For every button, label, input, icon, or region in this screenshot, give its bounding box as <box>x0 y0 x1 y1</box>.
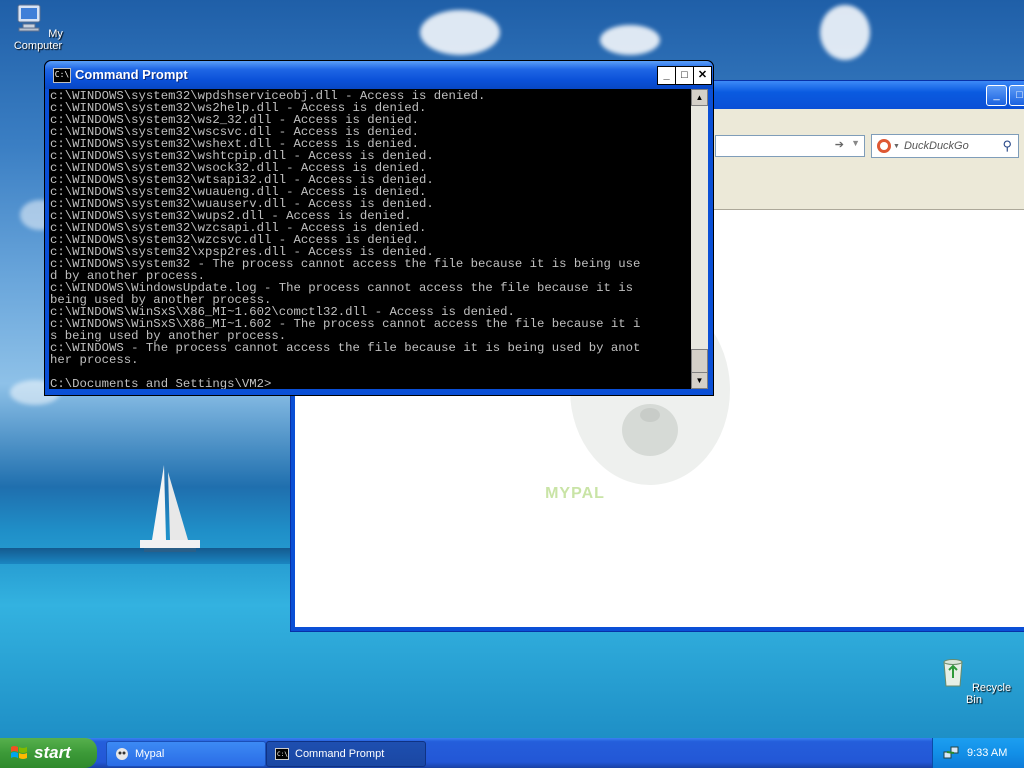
mypal-logo-caption: MYPAL <box>545 485 605 502</box>
svg-text:C:\: C:\ <box>277 751 288 758</box>
command-prompt-window: C:\ Command Prompt _ □ ✕ c:\WINDOWS\syst… <box>44 60 714 396</box>
duckduckgo-icon[interactable] <box>876 138 892 154</box>
address-bar[interactable]: ➔ ▼ <box>715 135 865 157</box>
search-bar[interactable]: ▼ DuckDuckGo ⚲ <box>871 134 1019 158</box>
browser-minimize-button[interactable]: _ <box>986 85 1007 106</box>
console-text: c:\WINDOWS\system32\wpdshserviceobj.dll … <box>50 89 641 389</box>
computer-icon <box>17 4 41 32</box>
start-button[interactable]: start <box>0 738 97 768</box>
search-placeholder: DuckDuckGo <box>903 140 969 152</box>
recycle-bin-icon <box>943 659 963 687</box>
cmd-console-output[interactable]: c:\WINDOWS\system32\wpdshserviceobj.dll … <box>49 89 691 389</box>
search-engine-dropdown-icon[interactable]: ▼ <box>893 143 900 150</box>
windows-flag-icon <box>11 746 27 759</box>
taskbar: start Mypal C:\ Command Prompt 9:33 AM <box>0 738 1024 768</box>
desktop: My Computer Recycle Bin _ □ ➔ ▼ ▼ DuckDu… <box>0 0 1024 738</box>
recycle-bin-label: Recycle Bin <box>966 682 1012 706</box>
my-computer-desktop-icon[interactable]: My Computer <box>0 2 76 52</box>
go-arrow-icon[interactable]: ➔ <box>835 138 844 151</box>
cmd-app-icon[interactable]: C:\ <box>53 68 71 83</box>
search-magnifier-icon[interactable]: ⚲ <box>1002 138 1012 154</box>
sailboat-image <box>140 465 200 552</box>
cmd-close-button[interactable]: ✕ <box>693 66 712 85</box>
mypal-icon <box>116 748 128 760</box>
scroll-thumb[interactable] <box>691 349 708 373</box>
scroll-down-arrow-icon[interactable]: ▼ <box>691 372 708 389</box>
cmd-minimize-button[interactable]: _ <box>657 66 676 85</box>
taskbar-item-mypal[interactable]: Mypal <box>106 741 266 767</box>
cmd-icon: C:\ <box>275 748 289 760</box>
network-icon[interactable] <box>943 745 959 761</box>
cmd-window-title: Command Prompt <box>75 67 188 82</box>
taskbar-item-label: Command Prompt <box>295 748 385 760</box>
cmd-vertical-scrollbar[interactable]: ▲ ▼ <box>691 89 708 389</box>
cmd-titlebar[interactable]: C:\ Command Prompt _ □ ✕ <box>45 61 713 89</box>
start-label: start <box>34 743 71 762</box>
browser-maximize-button[interactable]: □ <box>1009 85 1024 106</box>
scroll-up-arrow-icon[interactable]: ▲ <box>691 89 708 106</box>
taskbar-item-label: Mypal <box>135 748 165 760</box>
taskbar-item-command-prompt[interactable]: C:\ Command Prompt <box>266 741 426 767</box>
recycle-bin-desktop-icon[interactable]: Recycle Bin <box>936 656 1012 706</box>
dropdown-arrow-icon[interactable]: ▼ <box>851 138 860 148</box>
clock[interactable]: 9:33 AM <box>967 747 1007 759</box>
system-tray: 9:33 AM <box>932 738 1024 768</box>
cmd-maximize-button[interactable]: □ <box>675 66 694 85</box>
